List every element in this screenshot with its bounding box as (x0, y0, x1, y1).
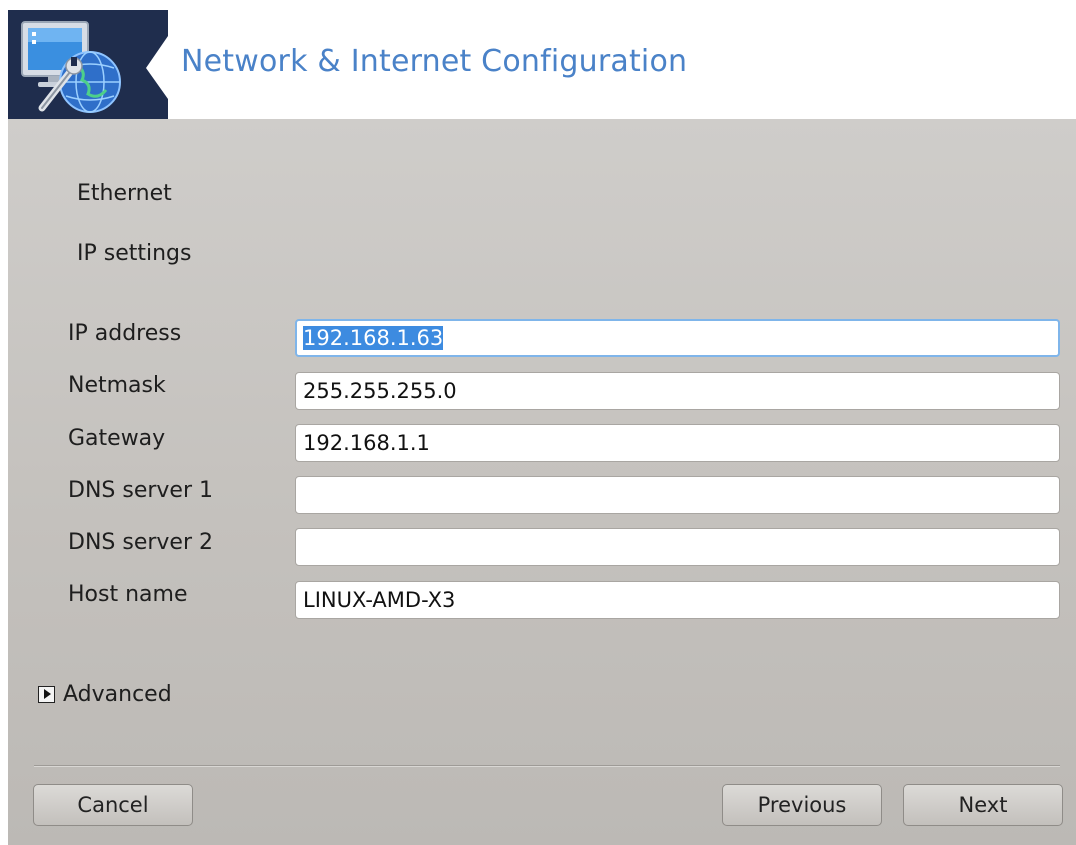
advanced-expander[interactable]: Advanced (38, 680, 172, 708)
netmask-label: Netmask (68, 373, 166, 398)
connection-type-label: Ethernet (77, 181, 172, 206)
header-bar: Network & Internet Configuration (0, 0, 1076, 119)
dns-server-1-label: DNS server 1 (68, 478, 213, 503)
expander-arrow-icon (38, 685, 55, 703)
dns-server-2-label: DNS server 2 (68, 530, 213, 555)
previous-button[interactable]: Previous (722, 784, 882, 826)
window-title: Network & Internet Configuration (181, 44, 688, 79)
network-config-icon (8, 10, 168, 119)
netmask-field[interactable] (295, 372, 1060, 410)
dns-server-1-field[interactable] (295, 476, 1060, 514)
host-name-field[interactable] (295, 581, 1060, 619)
section-subtitle: IP settings (77, 241, 192, 266)
triangle-right-icon (44, 689, 51, 699)
advanced-label: Advanced (63, 681, 172, 707)
dns-server-2-field[interactable] (295, 528, 1060, 566)
ip-address-label: IP address (68, 321, 182, 346)
cancel-button[interactable]: Cancel (33, 784, 193, 826)
host-name-label: Host name (68, 582, 188, 607)
ip-address-field[interactable] (295, 319, 1060, 357)
network-config-icon-graphic (8, 10, 168, 119)
gateway-label: Gateway (68, 426, 166, 451)
main-panel: Ethernet IP settings IP address Netmask … (8, 119, 1076, 845)
button-separator (34, 765, 1060, 767)
next-button[interactable]: Next (903, 784, 1063, 826)
gateway-field[interactable] (295, 424, 1060, 462)
